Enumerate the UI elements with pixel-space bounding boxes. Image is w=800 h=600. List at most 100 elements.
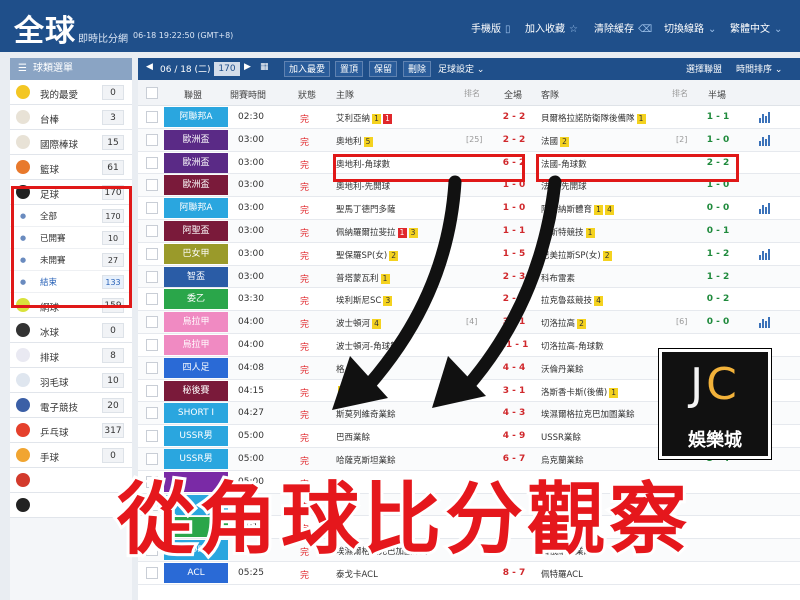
league-badge[interactable]: 歐洲盃 bbox=[164, 129, 228, 150]
home-team[interactable]: 巴西業餘 bbox=[336, 431, 370, 443]
row-checkbox[interactable] bbox=[146, 156, 158, 169]
select-all-checkbox[interactable] bbox=[146, 87, 158, 99]
away-team[interactable]: 阿斯特競技 1 bbox=[541, 226, 595, 238]
row-checkbox[interactable] bbox=[146, 224, 158, 237]
league-badge[interactable]: 阿聯邦A bbox=[164, 198, 228, 219]
sidebar-item[interactable]: 國際棒球 15 bbox=[10, 130, 132, 155]
sidebar-item[interactable]: 籃球 61 bbox=[10, 155, 132, 180]
row-checkbox[interactable] bbox=[146, 247, 158, 260]
calendar-icon[interactable]: ▦ bbox=[260, 62, 269, 72]
row-checkbox[interactable] bbox=[146, 384, 158, 397]
away-team[interactable]: 科布雷素 bbox=[541, 272, 575, 284]
full-time-score[interactable]: 2 - 2 bbox=[496, 112, 532, 122]
switch-line-dropdown[interactable]: 切換線路 ⌄ bbox=[664, 20, 716, 35]
row-checkbox[interactable] bbox=[146, 361, 158, 374]
league-badge[interactable]: 秘後賽 bbox=[164, 380, 228, 401]
full-time-score[interactable]: 2 - 2 bbox=[496, 294, 532, 304]
sidebar-item[interactable]: 電子競技 20 bbox=[10, 393, 132, 418]
sidebar-item[interactable]: 排球 8 bbox=[10, 343, 132, 368]
row-checkbox[interactable] bbox=[146, 316, 158, 329]
league-badge[interactable]: USSR男 bbox=[164, 448, 228, 469]
away-team[interactable]: USSR業餘 bbox=[541, 431, 581, 443]
sidebar-item[interactable]: 手球 0 bbox=[10, 443, 132, 468]
match-row[interactable]: 阿聯邦A 03:00 完 聖馬丁德門多薩 1 - 0 阿爾納斯體育 1 4 0 - 0 bbox=[138, 197, 800, 220]
row-checkbox[interactable] bbox=[146, 179, 158, 192]
sort-dropdown[interactable]: 時間排序 ⌄ bbox=[736, 62, 782, 75]
full-time-score[interactable]: 4 - 9 bbox=[496, 431, 532, 441]
home-team[interactable]: 4 bbox=[336, 385, 347, 396]
football-settings-dropdown[interactable]: 足球設定 ⌄ bbox=[438, 62, 484, 75]
stats-icon[interactable] bbox=[758, 110, 772, 123]
away-team[interactable]: 拉克魯茲競技 4 bbox=[541, 294, 604, 307]
home-team[interactable]: 聖馬丁德門多薩 bbox=[336, 203, 396, 215]
full-time-score[interactable]: 2 - 3 bbox=[496, 272, 532, 282]
sidebar-item[interactable]: 乒乓球 317 bbox=[10, 418, 132, 443]
row-checkbox[interactable] bbox=[146, 407, 158, 420]
league-badge[interactable]: USSR男 bbox=[164, 426, 228, 447]
league-badge[interactable]: 歐洲盃 bbox=[164, 175, 228, 196]
away-team[interactable]: 烏克蘭業餘 bbox=[541, 454, 584, 466]
row-checkbox[interactable] bbox=[146, 293, 158, 306]
away-team[interactable]: 貝爾格拉諾防衛隊後備隊 1 bbox=[541, 112, 646, 124]
league-badge[interactable]: 四人足 bbox=[164, 357, 228, 378]
league-badge[interactable]: SHORT I bbox=[164, 403, 228, 424]
league-badge[interactable]: 智盃 bbox=[164, 266, 228, 287]
away-team[interactable]: 法國 2 bbox=[541, 135, 570, 147]
away-team[interactable]: 切洛拉高 2 bbox=[541, 317, 587, 330]
match-row[interactable]: 阿聯邦A 02:30 完艾利亞納 1 1 2 - 2 貝爾格拉諾防衛隊後備隊 1 1 - 1 bbox=[138, 106, 800, 129]
away-team[interactable]: 埃濕爾格拉克巴加圖業餘 bbox=[541, 408, 635, 420]
home-team[interactable]: 佩納羅爾拉斐拉 1 3 bbox=[336, 226, 418, 238]
mobile-version-link[interactable]: 手機版 ▯ bbox=[471, 20, 511, 35]
sidebar-item[interactable]: 台棒 3 bbox=[10, 105, 132, 130]
select-league-button[interactable]: 選擇聯盟 bbox=[686, 62, 722, 75]
full-time-score[interactable]: 2 - 2 bbox=[496, 135, 532, 145]
home-team[interactable]: 波士頓河 4 bbox=[336, 317, 382, 330]
league-badge[interactable]: 歐洲盃 bbox=[164, 152, 228, 173]
add-favorite-link[interactable]: 加入收藏 ☆ bbox=[525, 20, 578, 35]
away-team[interactable]: 巴美拉斯SP(女) 2 bbox=[541, 249, 612, 261]
row-checkbox[interactable] bbox=[146, 270, 158, 283]
match-row[interactable]: 歐洲盃 03:00 完 奧地利 5 [25] 2 - 2 法國 2 [2] 1 - 0 bbox=[138, 128, 800, 152]
row-checkbox[interactable] bbox=[146, 430, 158, 443]
stats-icon[interactable] bbox=[758, 247, 772, 260]
home-team[interactable]: 波士頓河-角球數 bbox=[336, 340, 399, 352]
league-badge[interactable]: 烏拉甲 bbox=[164, 334, 228, 355]
home-team[interactable]: 聖保羅SP(女) 2 bbox=[336, 249, 399, 261]
away-team[interactable]: 洛斯香卡斯(後備) 1 bbox=[541, 386, 619, 398]
away-team[interactable]: 沃倫丹業餘 bbox=[541, 363, 584, 375]
keep-button[interactable]: 保留 bbox=[369, 61, 398, 77]
sidebar-item[interactable]: 冰球 0 bbox=[10, 318, 132, 343]
row-checkbox[interactable] bbox=[146, 202, 158, 215]
league-badge[interactable]: 阿聖盃 bbox=[164, 220, 228, 241]
row-checkbox[interactable] bbox=[146, 452, 158, 465]
away-team[interactable]: 阿爾納斯體育 1 4 bbox=[541, 203, 615, 216]
stats-icon[interactable] bbox=[758, 315, 772, 329]
full-time-score[interactable]: 11 - 1 bbox=[496, 340, 532, 350]
home-team[interactable]: 普塔蒙瓦利 1 bbox=[336, 272, 390, 284]
home-team[interactable]: 斯莫列維奇業餘 bbox=[336, 408, 396, 420]
row-checkbox[interactable] bbox=[146, 133, 158, 146]
home-team[interactable]: 格 bbox=[336, 363, 345, 375]
match-row[interactable]: 阿聖盃 03:00 完佩納羅爾拉斐拉 1 3 1 - 1 阿斯特競技 1 0 - 1 bbox=[138, 219, 800, 243]
league-badge[interactable]: 烏拉甲 bbox=[164, 312, 228, 333]
full-time-score[interactable]: 1 - 1 bbox=[496, 226, 532, 236]
match-row[interactable]: 委乙 03:30 完 埃利斯尼SC 3 2 - 2 拉克魯茲競技 4 0 - 2 bbox=[138, 288, 800, 312]
full-time-score[interactable]: 4 - 4 bbox=[496, 363, 532, 373]
home-team[interactable]: 艾利亞納 1 1 bbox=[336, 112, 393, 124]
site-logo[interactable]: 全球 bbox=[14, 6, 76, 50]
language-dropdown[interactable]: 繁體中文 ⌄ bbox=[730, 20, 782, 35]
home-team[interactable]: 奧地利 5 bbox=[336, 135, 373, 147]
delete-button[interactable]: 刪除 bbox=[403, 61, 432, 77]
date-label[interactable]: 06 / 18 (二) bbox=[160, 62, 211, 75]
full-time-score[interactable]: 4 - 3 bbox=[496, 408, 532, 418]
match-row[interactable]: 烏拉甲 04:00 完 波士頓河 4 [4] 3 - 1 切洛拉高 2 [6] 0 - 0 bbox=[138, 311, 800, 334]
home-team[interactable]: 哈薩克斯坦業餘 bbox=[336, 454, 396, 466]
prev-date-icon[interactable]: ◀ bbox=[146, 62, 153, 72]
away-team[interactable]: 法國-先開球 bbox=[541, 180, 587, 192]
next-date-icon[interactable]: ▶ bbox=[244, 62, 251, 72]
sidebar-item[interactable]: 羽毛球 10 bbox=[10, 368, 132, 393]
home-team[interactable]: 奧地利-先開球 bbox=[336, 180, 390, 192]
row-checkbox[interactable] bbox=[146, 111, 158, 123]
league-badge[interactable]: 巴女甲 bbox=[164, 243, 228, 264]
league-badge[interactable]: 委乙 bbox=[164, 289, 228, 310]
